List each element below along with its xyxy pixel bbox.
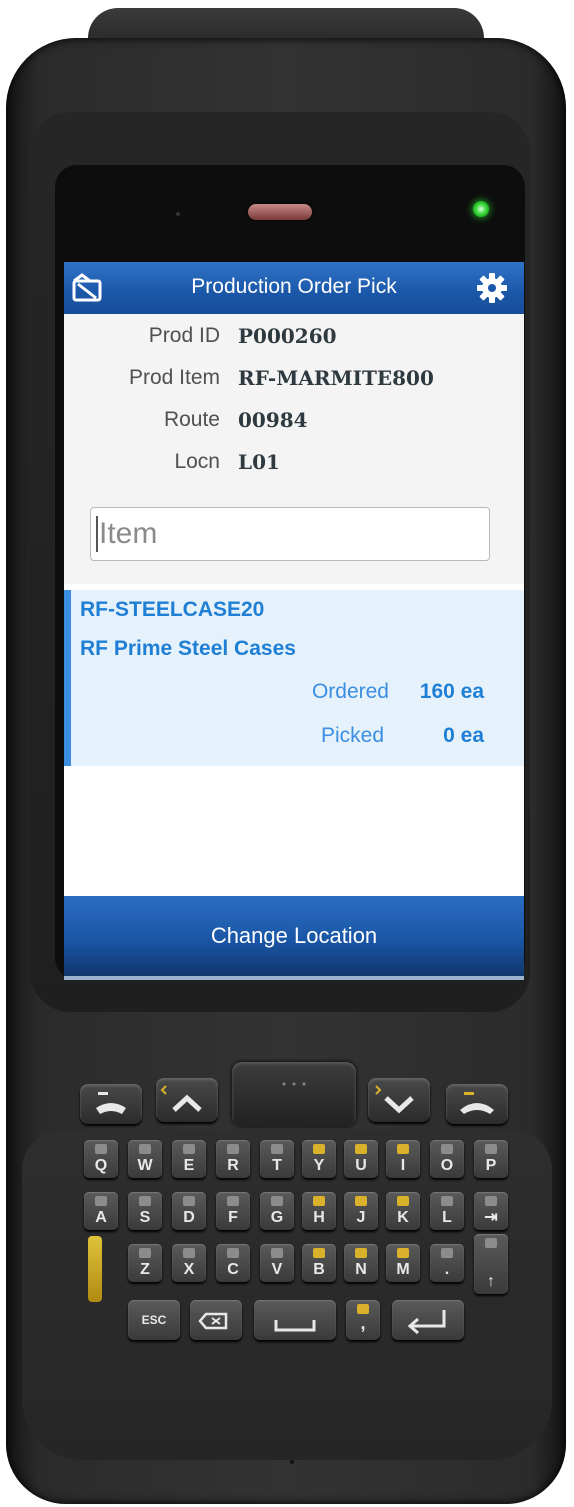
key-t[interactable]: T <box>260 1140 294 1178</box>
picked-value: 0 ea <box>443 724 484 747</box>
key-c[interactable]: C <box>216 1244 250 1282</box>
title-bar: Production Order Pick <box>64 262 524 314</box>
key-comma[interactable]: , <box>346 1300 380 1340</box>
scan-trigger-button[interactable] <box>232 1062 356 1126</box>
space-icon <box>274 1320 316 1332</box>
key-d[interactable]: D <box>172 1192 206 1230</box>
route-label: Route <box>163 408 220 431</box>
gear-icon <box>477 273 507 303</box>
change-location-button[interactable]: Change Location <box>64 896 524 976</box>
key-enter[interactable] <box>392 1300 464 1340</box>
status-led-icon <box>473 201 489 217</box>
key-l[interactable]: L <box>430 1192 464 1230</box>
key-a[interactable]: A <box>84 1192 118 1230</box>
scan-dots-icon <box>282 1082 306 1086</box>
key-p[interactable]: P <box>474 1140 508 1178</box>
bottom-sensor <box>290 1460 294 1464</box>
key-esc[interactable]: ESC <box>128 1300 180 1340</box>
item-description: RF Prime Steel Cases <box>80 637 296 660</box>
phone-hangup-icon <box>460 1092 494 1114</box>
prod-item-label: Prod Item <box>128 366 220 389</box>
key-y[interactable]: Y <box>302 1140 336 1178</box>
key-q[interactable]: Q <box>84 1140 118 1178</box>
end-call-button[interactable] <box>446 1084 508 1124</box>
key-n[interactable]: N <box>344 1244 378 1282</box>
key-w[interactable]: W <box>128 1140 162 1178</box>
screen-edge <box>64 976 524 980</box>
key-o[interactable]: O <box>430 1140 464 1178</box>
chevron-up-icon <box>160 1085 202 1112</box>
key-tab[interactable]: ⇥ <box>474 1192 508 1230</box>
page-title: Production Order Pick <box>191 275 397 298</box>
key-r[interactable]: R <box>216 1140 250 1178</box>
pick-item-card[interactable]: RF-STEELCASE20 RF Prime Steel Cases Orde… <box>64 590 524 766</box>
prod-id-value: P000260 <box>238 324 337 348</box>
nav-up-button[interactable] <box>156 1078 218 1122</box>
chevron-down-icon <box>375 1085 414 1114</box>
key-j[interactable]: J <box>344 1192 378 1230</box>
speaker-grille <box>248 204 312 220</box>
key-h[interactable]: H <box>302 1192 336 1230</box>
locn-value: L01 <box>238 450 280 474</box>
key-x[interactable]: X <box>172 1244 206 1282</box>
key-space[interactable] <box>254 1300 336 1340</box>
enter-icon <box>407 1310 446 1335</box>
key-period[interactable]: . <box>430 1244 464 1282</box>
picked-label: Picked <box>320 724 384 747</box>
detail-row-route: Route 00984 <box>64 402 524 438</box>
phone-pickup-icon <box>96 1092 126 1114</box>
route-value: 00984 <box>238 408 308 432</box>
key-v[interactable]: V <box>260 1244 294 1282</box>
ordered-label: Ordered <box>311 680 389 703</box>
nav-down-button[interactable] <box>368 1078 430 1122</box>
picked-row: Picked 0 ea <box>64 724 524 758</box>
text-cursor <box>96 516 98 552</box>
key-backspace[interactable] <box>190 1300 242 1340</box>
call-button[interactable] <box>80 1084 142 1124</box>
prod-id-label: Prod ID <box>148 324 220 347</box>
camera-icon <box>176 212 180 216</box>
prod-item-value: RF-MARMITE800 <box>238 366 434 390</box>
backspace-icon <box>198 1312 228 1330</box>
key-s[interactable]: S <box>128 1192 162 1230</box>
item-code: RF-STEELCASE20 <box>80 598 265 621</box>
key-e[interactable]: E <box>172 1140 206 1178</box>
ordered-row: Ordered 160 ea <box>64 680 524 714</box>
key-k[interactable]: K <box>386 1192 420 1230</box>
key-g[interactable]: G <box>260 1192 294 1230</box>
key-i[interactable]: I <box>386 1140 420 1178</box>
key-f[interactable]: F <box>216 1192 250 1230</box>
function-key[interactable] <box>88 1236 102 1302</box>
key-u[interactable]: U <box>344 1140 378 1178</box>
key-shift[interactable]: ↑ <box>474 1234 508 1294</box>
app-screen: Production Order Pick Prod ID P000260 Pr… <box>64 262 524 976</box>
detail-row-prod-item: Prod Item RF-MARMITE800 <box>64 360 524 396</box>
key-m[interactable]: M <box>386 1244 420 1282</box>
ordered-value: 160 ea <box>419 680 484 703</box>
key-b[interactable]: B <box>302 1244 336 1282</box>
detail-row-prod-id: Prod ID P000260 <box>64 318 524 354</box>
item-input[interactable] <box>90 507 490 561</box>
key-z[interactable]: Z <box>128 1244 162 1282</box>
detail-row-locn: Locn L01 <box>64 444 524 480</box>
locn-label: Locn <box>174 450 220 473</box>
settings-button[interactable] <box>474 270 510 306</box>
